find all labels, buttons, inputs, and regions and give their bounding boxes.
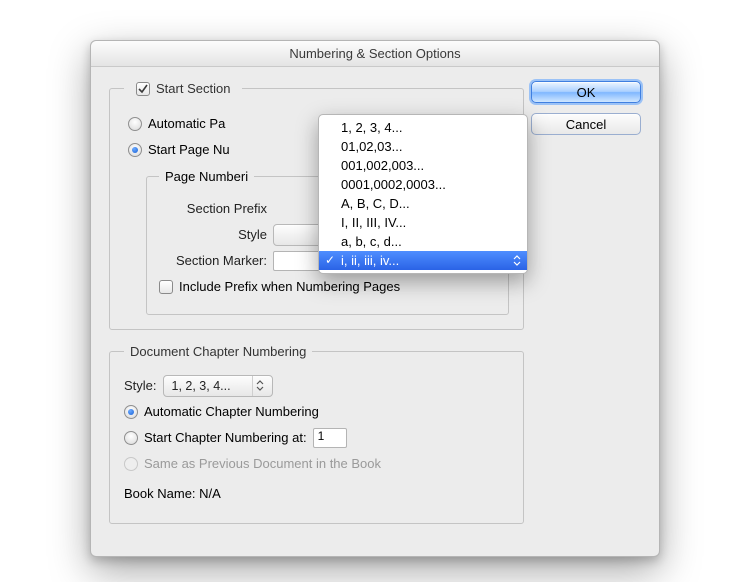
style-label: Style [159,227,267,242]
start-section-label: Start Section [156,81,230,96]
page-numbering-legend: Page Numberi [159,169,254,184]
ok-button[interactable]: OK [531,81,641,103]
style-dropdown-popup[interactable]: 1, 2, 3, 4...01,02,03...001,002,003...00… [318,114,528,274]
chapter-numbering-group: Document Chapter Numbering Style: 1, 2, … [109,344,524,524]
start-page-label: Start Page Nu [148,142,230,157]
auto-chapter-radio[interactable] [124,405,138,419]
style-option[interactable]: 0001,0002,0003... [319,175,527,194]
style-option[interactable]: I, II, III, IV... [319,213,527,232]
style-option[interactable]: 001,002,003... [319,156,527,175]
dialog-window: Numbering & Section Options Start Sectio… [90,40,660,557]
dialog-buttons: OK Cancel [531,81,641,135]
section-marker-label: Section Marker: [159,253,267,268]
style-option[interactable]: 1, 2, 3, 4... [319,118,527,137]
auto-chapter-label: Automatic Chapter Numbering [144,404,319,419]
start-chapter-radio[interactable] [124,431,138,445]
same-as-prev-radio [124,457,138,471]
chapter-style-label: Style: [124,378,157,393]
same-as-prev-label: Same as Previous Document in the Book [144,456,381,471]
include-prefix-checkbox[interactable] [159,280,173,294]
cancel-button[interactable]: Cancel [531,113,641,135]
chevron-updown-icon [513,251,521,270]
automatic-page-radio[interactable] [128,117,142,131]
style-option[interactable]: i, ii, iii, iv... [319,251,527,270]
chapter-style-select[interactable]: 1, 2, 3, 4... [163,375,273,397]
start-page-radio[interactable] [128,143,142,157]
chapter-numbering-legend: Document Chapter Numbering [124,344,312,359]
chapter-style-select-value: 1, 2, 3, 4... [172,379,231,393]
check-icon [138,84,148,94]
dialog-body: Start Section Automatic Pa Start Page Nu… [91,67,659,556]
style-option[interactable]: 01,02,03... [319,137,527,156]
automatic-page-label: Automatic Pa [148,116,225,131]
include-prefix-label: Include Prefix when Numbering Pages [179,279,400,294]
style-option[interactable]: A, B, C, D... [319,194,527,213]
dialog-title: Numbering & Section Options [91,41,659,67]
start-chapter-label: Start Chapter Numbering at: [144,430,307,445]
book-name-label: Book Name: N/A [124,486,221,501]
start-section-checkbox[interactable] [136,82,150,96]
section-prefix-label: Section Prefix [159,201,267,216]
style-option[interactable]: a, b, c, d... [319,232,527,251]
chevron-updown-icon [252,376,268,396]
start-chapter-input[interactable]: 1 [313,428,347,448]
